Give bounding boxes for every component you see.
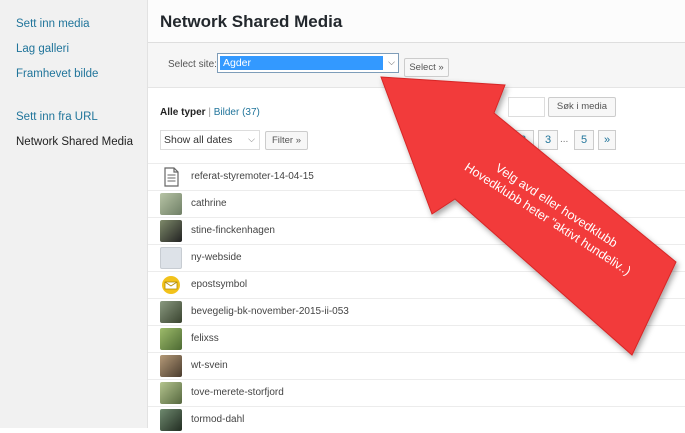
media-name: felixss: [191, 333, 219, 344]
media-name: stine-finckenhagen: [191, 225, 275, 236]
site-select[interactable]: Agder ⌵: [217, 53, 399, 73]
sidebar-item-network-shared-media[interactable]: Network Shared Media: [16, 136, 133, 148]
type-filter-links: Alle typer | Bilder (37): [160, 107, 260, 118]
media-row[interactable]: epostsymbol: [148, 271, 685, 298]
media-row[interactable]: bevegelig-bk-november-2015-ii-053: [148, 298, 685, 325]
filter-separator: |: [208, 107, 211, 118]
sidebar-item-featured-image[interactable]: Framhevet bilde: [16, 68, 98, 80]
chevron-down-icon: ⌵: [388, 57, 395, 67]
search-media-button[interactable]: Søk i media: [548, 97, 616, 117]
media-name: epostsymbol: [191, 279, 248, 290]
site-select-value: Agder: [220, 56, 383, 70]
date-filter-value: Show all dates: [164, 134, 233, 146]
document-icon: [160, 166, 182, 188]
page-2-link[interactable]: 2: [512, 130, 534, 150]
media-name: referat-styremoter-14-04-15: [191, 171, 314, 182]
media-row[interactable]: cathrine: [148, 190, 685, 217]
image-thumbnail: [160, 355, 182, 377]
media-name: cathrine: [191, 198, 227, 209]
media-name: tove-merete-storfjord: [191, 387, 284, 398]
sidebar-item-create-gallery[interactable]: Lag galleri: [16, 43, 69, 55]
site-selector-bar: Select site: Agder ⌵ Select »: [148, 43, 685, 88]
image-thumbnail: [160, 193, 182, 215]
image-thumbnail: [160, 220, 182, 242]
image-thumbnail: [160, 301, 182, 323]
media-row[interactable]: stine-finckenhagen: [148, 217, 685, 244]
filter-all-types[interactable]: Alle typer: [160, 107, 206, 118]
date-filter-select[interactable]: Show all dates ⌵: [160, 130, 260, 150]
site-select-label: Select site:: [168, 59, 217, 70]
media-name: bevegelig-bk-november-2015-ii-053: [191, 306, 349, 317]
media-row[interactable]: ny-webside: [148, 244, 685, 271]
media-list: referat-styremoter-14-04-15 cathrine sti…: [148, 163, 685, 433]
image-thumbnail: [160, 247, 182, 269]
filter-images[interactable]: Bilder (37): [214, 107, 260, 118]
media-row[interactable]: felixss: [148, 325, 685, 352]
media-row[interactable]: tormod-dahl: [148, 406, 685, 433]
media-sidebar: Sett inn media Lag galleri Framhevet bil…: [0, 0, 148, 428]
media-name: wt-svein: [191, 360, 228, 371]
next-page-link[interactable]: »: [598, 130, 616, 150]
pagination-ellipsis: ...: [560, 134, 569, 145]
title-bar: Network Shared Media: [148, 0, 685, 43]
media-row[interactable]: referat-styremoter-14-04-15: [148, 163, 685, 190]
page-title: Network Shared Media: [160, 12, 343, 31]
page-3-link[interactable]: 3: [538, 130, 558, 150]
media-name: tormod-dahl: [191, 414, 245, 425]
sidebar-item-insert-from-url[interactable]: Sett inn fra URL: [16, 111, 98, 123]
image-thumbnail: [160, 328, 182, 350]
sidebar-item-insert-media[interactable]: Sett inn media: [16, 18, 90, 30]
media-row[interactable]: wt-svein: [148, 352, 685, 379]
envelope-icon: [160, 274, 182, 296]
main-panel: Network Shared Media Select site: Agder …: [148, 0, 685, 431]
media-row[interactable]: tove-merete-storfjord: [148, 379, 685, 406]
media-name: ny-webside: [191, 252, 242, 263]
media-search-input[interactable]: [508, 97, 545, 117]
select-site-button[interactable]: Select »: [404, 58, 449, 77]
filter-button[interactable]: Filter »: [265, 131, 308, 150]
image-thumbnail: [160, 382, 182, 404]
page-last-link[interactable]: 5: [574, 130, 594, 150]
chevron-down-icon: ⌵: [248, 134, 255, 144]
